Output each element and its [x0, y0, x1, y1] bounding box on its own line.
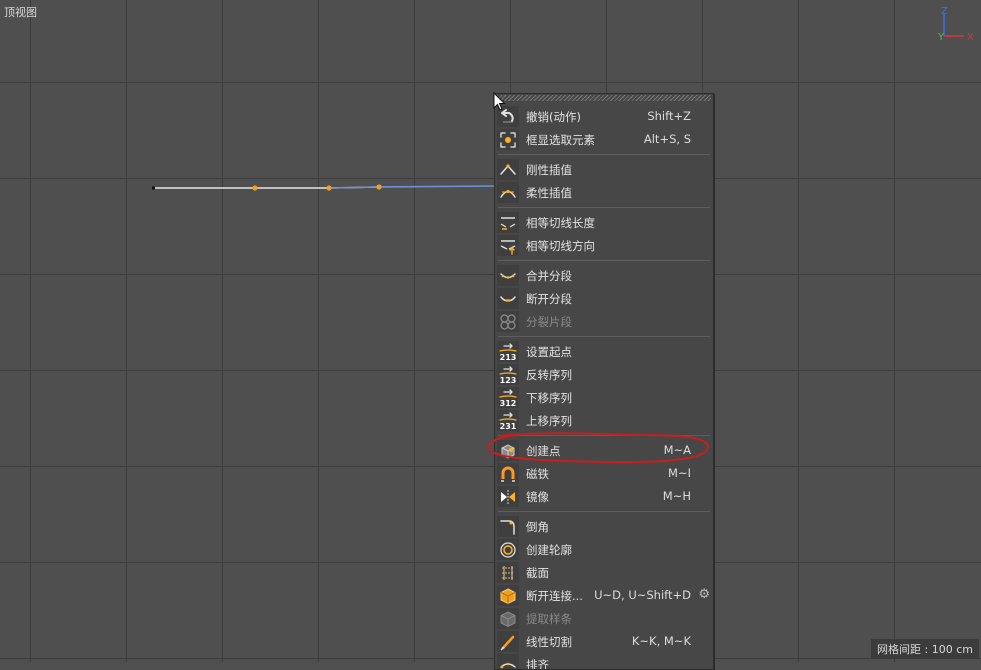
- grid-spacing-label: 网格间距 : 100 cm: [871, 639, 979, 659]
- menu-item-label: 断开分段: [526, 291, 713, 307]
- menu-item-create-outline[interactable]: 创建轮廓: [495, 538, 713, 561]
- extract-spline-icon: [497, 608, 519, 629]
- menu-item-equal-tangent-length[interactable]: 相等切线长度: [495, 211, 713, 234]
- spline-point[interactable]: [326, 185, 331, 190]
- hard-interpolation-icon: [497, 159, 519, 180]
- spline-object[interactable]: [0, 0, 981, 662]
- menu-item-join-segment[interactable]: 合并分段: [495, 264, 713, 287]
- menu-separator: [498, 336, 710, 337]
- align-icon: [497, 654, 519, 670]
- menu-item-move-down-sequence[interactable]: 312 下移序列: [495, 386, 713, 409]
- mouse-cursor: [493, 92, 507, 112]
- menu-item-label: 反转序列: [526, 367, 713, 383]
- svg-text:213: 213: [500, 353, 517, 361]
- menu-item-disconnect[interactable]: 断开连接...U~D, U~Shift+D⚙: [495, 584, 713, 607]
- chamfer-icon: [497, 516, 519, 537]
- explode-segments-icon: [497, 311, 519, 332]
- svg-text:123: 123: [500, 376, 517, 384]
- move-up-sequence-icon: 231: [497, 410, 519, 431]
- disconnect-icon: [497, 585, 519, 606]
- menu-item-label: 排齐: [526, 657, 713, 670]
- svg-text:231: 231: [500, 422, 517, 430]
- menu-item-label: 创建轮廓: [526, 542, 713, 558]
- gear-icon[interactable]: ⚙: [698, 588, 710, 602]
- menu-item-explode-segments[interactable]: 分裂片段: [495, 310, 713, 333]
- menu-item-set-first-point[interactable]: 213 设置起点: [495, 340, 713, 363]
- reverse-sequence-icon: 123: [497, 364, 519, 385]
- spline-start-point[interactable]: [152, 187, 155, 190]
- menu-item-cross-section[interactable]: 截面: [495, 561, 713, 584]
- menu-item-shortcut: K~K, M~K: [632, 630, 691, 653]
- menu-item-shortcut: U~D, U~Shift+D: [594, 584, 691, 607]
- menu-item-soft-interpolation[interactable]: 柔性插值: [495, 181, 713, 204]
- menu-separator: [498, 154, 710, 155]
- menu-item-label: 截面: [526, 565, 713, 581]
- break-segment-icon: [497, 288, 519, 309]
- red-annotation-ellipse: [486, 430, 712, 466]
- equal-tangent-direction-icon: [497, 235, 519, 256]
- menu-item-extract-spline[interactable]: 提取样条: [495, 607, 713, 630]
- menu-item-chamfer[interactable]: 倒角: [495, 515, 713, 538]
- menu-item-label: 柔性插值: [526, 185, 713, 201]
- join-segment-icon: [497, 265, 519, 286]
- menu-item-label: 相等切线方向: [526, 238, 713, 254]
- menu-item-move-up-sequence[interactable]: 231 上移序列: [495, 409, 713, 432]
- create-outline-icon: [497, 539, 519, 560]
- menu-item-label: 倒角: [526, 519, 713, 535]
- menu-separator: [498, 207, 710, 208]
- equal-tangent-length-icon: [497, 212, 519, 233]
- menu-item-label: 分裂片段: [526, 314, 713, 330]
- spline-point[interactable]: [252, 185, 257, 190]
- menu-item-shortcut: Alt+S, S: [644, 128, 691, 151]
- magnet-icon: [497, 463, 519, 484]
- frame-selection-icon: [497, 129, 519, 150]
- menu-separator: [498, 511, 710, 512]
- menu-item-label: 提取样条: [526, 611, 713, 627]
- menu-item-reverse-sequence[interactable]: 123 反转序列: [495, 363, 713, 386]
- mirror-icon: [497, 486, 519, 507]
- menu-item-label: 上移序列: [526, 413, 713, 429]
- menu-item-equal-tangent-direction[interactable]: 相等切线方向: [495, 234, 713, 257]
- svg-text:312: 312: [500, 399, 517, 407]
- menu-item-label: 合并分段: [526, 268, 713, 284]
- move-down-sequence-icon: 312: [497, 387, 519, 408]
- context-menu[interactable]: 撤销(动作)Shift+Z框显选取元素Alt+S, S 刚性插值柔性插值相等切线长…: [494, 93, 714, 670]
- menu-item-label: 刚性插值: [526, 162, 713, 178]
- set-first-point-icon: 213: [497, 341, 519, 362]
- menu-tear-off-handle[interactable]: [497, 95, 711, 101]
- spline-point[interactable]: [376, 184, 381, 189]
- menu-item-shortcut: M~H: [663, 485, 691, 508]
- menu-item-label: 设置起点: [526, 344, 713, 360]
- spline-segment-blue[interactable]: [329, 186, 496, 188]
- line-cut-icon: [497, 631, 519, 652]
- cross-section-icon: [497, 562, 519, 583]
- menu-item-label: 相等切线长度: [526, 215, 713, 231]
- menu-separator: [498, 260, 710, 261]
- menu-item-mirror[interactable]: 镜像M~H: [495, 485, 713, 508]
- menu-item-break-segment[interactable]: 断开分段: [495, 287, 713, 310]
- menu-item-frame-selection[interactable]: 框显选取元素Alt+S, S: [495, 128, 713, 151]
- menu-item-label: 下移序列: [526, 390, 713, 406]
- soft-interpolation-icon: [497, 182, 519, 203]
- menu-body: 撤销(动作)Shift+Z框显选取元素Alt+S, S 刚性插值柔性插值相等切线长…: [495, 105, 713, 670]
- menu-item-shortcut: Shift+Z: [647, 105, 691, 128]
- menu-item-hard-interpolation[interactable]: 刚性插值: [495, 158, 713, 181]
- top-viewport[interactable]: 顶视图 Z Y X 网格间距 : 100 cm: [0, 0, 981, 662]
- menu-item-line-cut[interactable]: 线性切割K~K, M~K: [495, 630, 713, 653]
- menu-item-undo[interactable]: 撤销(动作)Shift+Z: [495, 105, 713, 128]
